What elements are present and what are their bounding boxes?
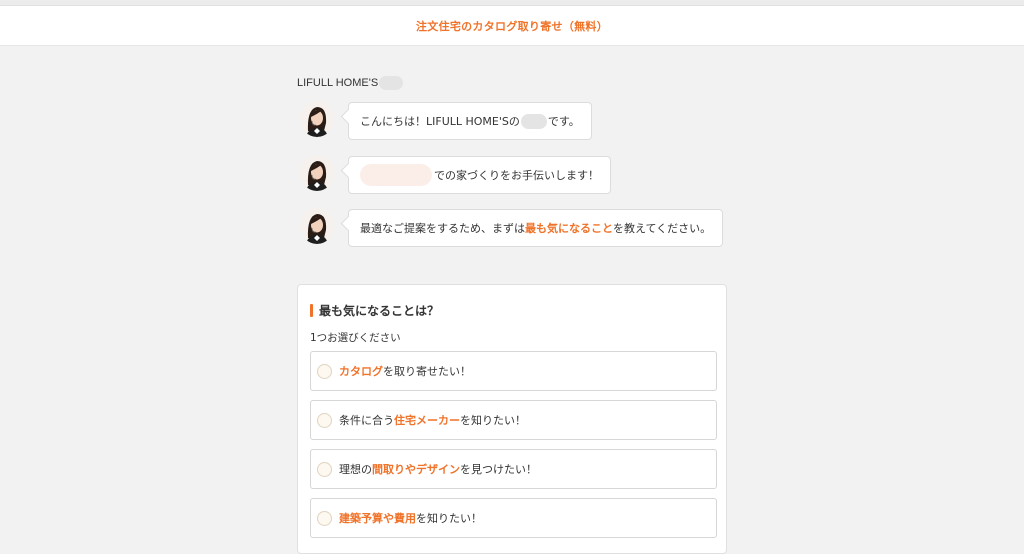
option-text: を知りたい！ [460, 414, 526, 427]
radio-button[interactable] [317, 363, 332, 379]
page-title: 注文住宅のカタログ取り寄せ（無料） [415, 19, 609, 33]
radio-button[interactable] [317, 510, 332, 526]
message-text: での家づくりをお手伝いします！ [434, 169, 599, 182]
option-builder[interactable]: 条件に合う 住宅メーカー を知りたい！ [310, 400, 717, 440]
title-accent-bar [310, 303, 313, 317]
option-text: を取り寄せたい！ [383, 365, 471, 378]
option-text: 理想の [339, 463, 372, 476]
question-title: 最も気になることは？ [310, 302, 439, 318]
option-highlight: 建築予算や費用 [339, 512, 416, 525]
option-text: を知りたい！ [416, 512, 482, 525]
operator-avatar [300, 155, 334, 191]
message-text: 最適なご提案をするため、まずは [360, 222, 525, 235]
question-card: 最も気になることは？ 1つお選びください カタログ を取り寄せたい！ 条件に合う… [297, 284, 727, 554]
option-text: を見つけたい！ [460, 463, 537, 476]
option-floorplan[interactable]: 理想の 間取りやデザイン を見つけたい！ [310, 449, 717, 489]
brand-label: LIFULL HOME'S [297, 76, 404, 90]
option-budget[interactable]: 建築予算や費用 を知りたい！ [310, 498, 717, 538]
chat-message: 最適なご提案をするため、まずは 最も気になること を教えてください。 [300, 208, 724, 247]
brand-name: LIFULL HOME'S [297, 77, 379, 89]
option-highlight: カタログ [339, 365, 383, 378]
redacted-location [360, 164, 432, 186]
page-header: 注文住宅のカタログ取り寄せ（無料） [0, 6, 1024, 46]
radio-button[interactable] [317, 412, 332, 428]
message-highlight: 最も気になること [525, 222, 613, 235]
option-highlight: 住宅メーカー [394, 414, 460, 427]
option-catalog[interactable]: カタログ を取り寄せたい！ [310, 351, 717, 391]
redacted-name [520, 113, 547, 129]
redacted-name [379, 76, 404, 90]
question-title-text: 最も気になることは？ [319, 303, 440, 318]
option-text: 条件に合う [339, 414, 394, 427]
message-text: を教えてください。 [613, 222, 712, 235]
chat-message: こんにちは！LIFULL HOME'Sの です。 [300, 101, 592, 140]
operator-avatar [300, 208, 334, 244]
option-highlight: 間取りやデザイン [372, 463, 460, 476]
chat-bubble: こんにちは！LIFULL HOME'Sの です。 [348, 102, 592, 140]
message-text: こんにちは！LIFULL HOME'Sの [360, 115, 520, 128]
operator-avatar [300, 101, 334, 137]
radio-button[interactable] [317, 461, 332, 477]
chat-bubble: での家づくりをお手伝いします！ [348, 156, 611, 194]
question-subtitle: 1つお選びください [310, 332, 401, 344]
chat-message: での家づくりをお手伝いします！ [300, 155, 611, 194]
message-text: です。 [547, 115, 580, 128]
chat-bubble: 最適なご提案をするため、まずは 最も気になること を教えてください。 [348, 209, 724, 247]
